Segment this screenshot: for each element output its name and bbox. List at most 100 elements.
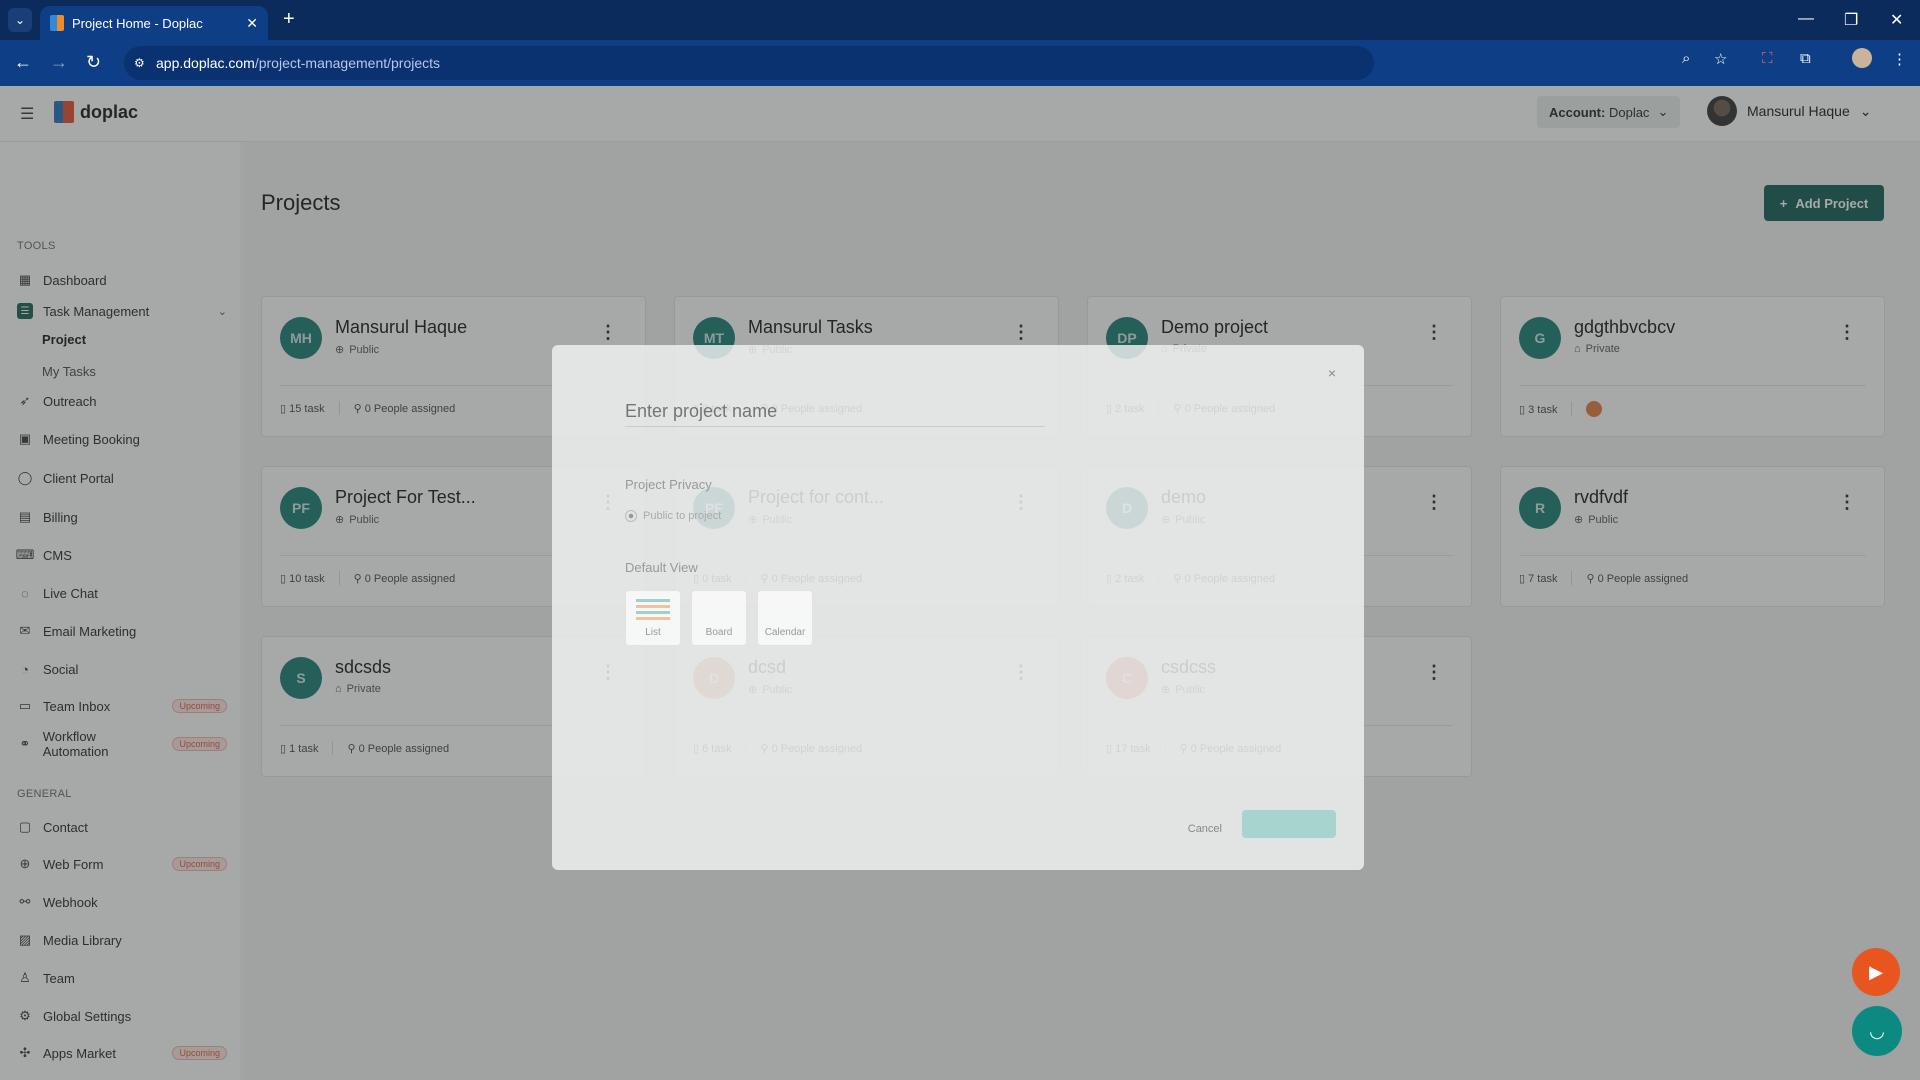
sidebar-item-label: Meeting Booking <box>43 431 140 447</box>
sidebar-item-outreach[interactable]: ➶ Outreach <box>17 389 227 413</box>
site-settings-icon[interactable]: ⚙ <box>134 56 145 70</box>
sidebar-item-contact[interactable]: ▢ Contact <box>17 815 227 839</box>
more-options-icon[interactable]: ⋮ <box>1838 493 1856 511</box>
billing-icon: ▤ <box>18 509 32 524</box>
file-icon: ▯ <box>1519 572 1526 585</box>
zoom-icon[interactable]: ⌕ <box>1682 50 1690 67</box>
back-icon[interactable]: ← <box>14 52 32 73</box>
sidebar-item-client-portal[interactable]: ◯ Client Portal <box>17 466 227 490</box>
general-section-label: GENERAL <box>17 788 72 800</box>
sidebar-item-workflow-automation[interactable]: ⚭ Workflow Automation Upcoming <box>17 729 227 759</box>
sidebar-subitem-my-tasks[interactable]: My Tasks <box>42 364 96 379</box>
browser-menu-icon[interactable]: ⋮ <box>1892 50 1907 68</box>
chat-icon: ◌ <box>21 585 29 601</box>
sidebar-item-social[interactable]: ◔ Social <box>17 657 227 681</box>
sidebar-item-meeting-booking[interactable]: ▣ Meeting Booking <box>17 427 227 451</box>
sidebar-item-label: Webhook <box>43 894 98 910</box>
restore-icon[interactable]: ❐ <box>1844 10 1858 30</box>
user-menu[interactable]: Mansurul Haque ⌄ <box>1707 96 1871 126</box>
reload-icon[interactable]: ↻ <box>86 52 101 73</box>
sidebar-subitem-project[interactable]: Project <box>42 332 86 347</box>
card-footer: ▯ 15 task ⚲ 0 People assigned <box>280 401 455 415</box>
sidebar-item-team-inbox[interactable]: ▭ Team Inbox Upcoming <box>17 694 227 718</box>
close-tab-icon[interactable]: ✕ <box>246 15 258 32</box>
sidebar-item-live-chat[interactable]: ◌ Live Chat <box>17 581 227 605</box>
more-options-icon[interactable]: ⋮ <box>1425 323 1443 341</box>
account-switcher[interactable]: Account: Doplac ⌄ <box>1537 96 1681 128</box>
tab-search-button[interactable]: ⌄ <box>8 8 32 32</box>
task-count-label: 1 task <box>289 742 319 755</box>
sidebar-item-email-marketing[interactable]: ✉ Email Marketing <box>17 619 227 643</box>
assignee-avatar[interactable] <box>1586 401 1603 417</box>
sidebar-item-webhook[interactable]: ⚯ Webhook <box>17 890 227 914</box>
people-assigned: ⚲ 0 People assigned <box>354 572 456 585</box>
url-input[interactable]: ⚙ app.doplac.com/project-management/proj… <box>124 46 1374 80</box>
team-icon: ♙ <box>19 970 31 985</box>
add-project-label: Add Project <box>1795 195 1869 211</box>
project-avatar: S <box>280 657 322 699</box>
live-chat-button[interactable]: ◡ <box>1852 1006 1902 1056</box>
logo[interactable]: doplac <box>54 101 138 123</box>
sidebar-item-media-library[interactable]: ▨ Media Library <box>17 928 227 952</box>
sidebar-item-billing[interactable]: ▤ Billing <box>17 505 227 529</box>
project-name[interactable]: Mansurul Tasks <box>748 317 873 338</box>
view-label: Calendar <box>764 627 806 638</box>
new-tab-button[interactable]: + <box>283 8 295 31</box>
view-option-list[interactable]: List <box>625 590 681 646</box>
browser-tab[interactable]: Project Home - Doplac ✕ <box>40 6 268 40</box>
project-name[interactable]: gdgthbvcbcv <box>1574 317 1675 338</box>
project-privacy: ⌂ Private <box>1574 343 1620 355</box>
more-options-icon[interactable]: ⋮ <box>1425 493 1443 511</box>
more-options-icon[interactable]: ⋮ <box>1838 323 1856 341</box>
screen-capture-icon[interactable]: ⛶ <box>1762 50 1773 67</box>
more-options-icon[interactable]: ⋮ <box>599 323 617 341</box>
card-divider <box>1519 555 1866 556</box>
globe-icon: ⊕ <box>335 344 345 356</box>
people-assigned: ⚲ 0 People assigned <box>354 402 456 415</box>
view-option-board[interactable]: Board <box>691 590 747 646</box>
forward-icon[interactable]: → <box>50 52 68 73</box>
add-project-button[interactable]: + Add Project <box>1764 185 1884 221</box>
project-card[interactable]: Ggdgthbvcbcv ⌂ Private ⋮ ▯ 3 task <box>1500 296 1885 437</box>
sidebar-item-task-management[interactable]: ☰ Task Management ⌄ <box>17 299 227 323</box>
video-tutorial-button[interactable]: ▶ <box>1852 948 1900 996</box>
tools-section-label: TOOLS <box>17 240 56 252</box>
people-assigned: ⚲ 0 People assigned <box>1586 572 1688 585</box>
create-project-button[interactable] <box>1242 810 1336 838</box>
file-icon: ▯ <box>280 572 287 585</box>
project-name[interactable]: Project For Test... <box>335 487 476 508</box>
close-window-icon[interactable]: ✕ <box>1890 10 1903 30</box>
sidebar-item-cms[interactable]: ⌨ CMS <box>16 543 227 567</box>
chevron-down-icon: ⌄ <box>1657 104 1669 119</box>
people-label: 0 People assigned <box>364 402 456 415</box>
project-name[interactable]: rvdfvdf <box>1574 487 1628 508</box>
sidebar-item-web-form[interactable]: ⊕ Web Form Upcoming <box>17 852 227 876</box>
sidebar-item-apps-market[interactable]: ✣ Apps Market Upcoming <box>17 1041 227 1065</box>
project-name[interactable]: Mansurul Haque <box>335 317 467 338</box>
project-name-input[interactable] <box>625 397 1045 427</box>
project-name[interactable]: sdcsds <box>335 657 391 678</box>
sidebar-item-label: Media Library <box>43 932 122 948</box>
cancel-button[interactable]: Cancel <box>1188 823 1222 835</box>
project-name[interactable]: Demo project <box>1161 317 1268 338</box>
extensions-icon[interactable]: ⧉ <box>1800 50 1811 67</box>
close-icon[interactable]: × <box>1328 365 1336 381</box>
sidebar-item-global-settings[interactable]: ⚙ Global Settings <box>17 1004 227 1028</box>
url-path: /project-management/projects <box>254 55 441 71</box>
sidebar-item-team[interactable]: ♙ Team <box>17 966 227 990</box>
sidebar-item-label: Billing <box>43 509 78 525</box>
minimize-icon[interactable]: — <box>1798 10 1814 28</box>
bookmark-star-icon[interactable]: ☆ <box>1714 50 1727 68</box>
profile-avatar[interactable] <box>1852 48 1872 68</box>
sidebar-item-label: Workflow Automation <box>42 729 109 759</box>
view-option-calendar[interactable]: Calendar <box>757 590 813 646</box>
separator <box>1571 571 1573 585</box>
project-avatar: PF <box>280 487 322 529</box>
menu-toggle-icon[interactable]: ☰ <box>20 104 40 124</box>
more-options-icon[interactable]: ⋮ <box>1425 663 1443 681</box>
privacy-radio-public[interactable]: Public to project <box>625 510 721 522</box>
sidebar-item-dashboard[interactable]: ▦ Dashboard <box>17 268 227 292</box>
project-card[interactable]: Rrvdfvdf ⊕ Public ⋮ ▯ 7 task ⚲ 0 People assig… <box>1500 466 1885 607</box>
sidebar-item-label: Global Settings <box>43 1008 132 1024</box>
more-options-icon[interactable]: ⋮ <box>1012 323 1030 341</box>
